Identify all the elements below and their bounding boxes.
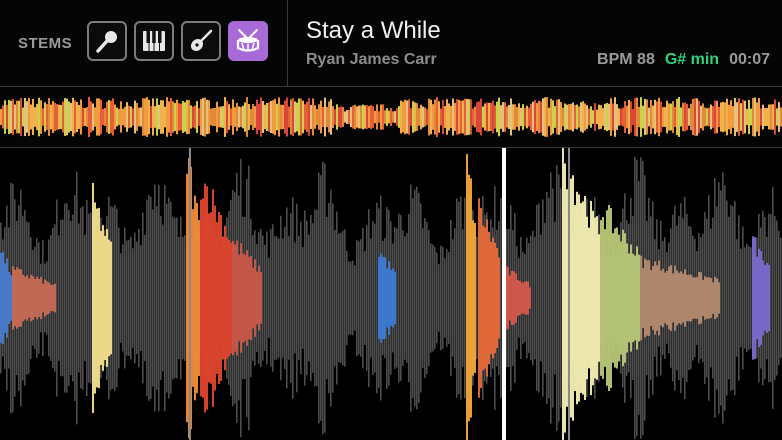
- drum-icon: [236, 29, 260, 52]
- vocals-stem-button[interactable]: [87, 21, 127, 61]
- track-info: Stay a While Ryan James Carr BPM 88 G# mi…: [288, 0, 782, 86]
- overview-waveform[interactable]: [0, 87, 782, 148]
- guitar-icon: [190, 29, 213, 52]
- bass-stem-button[interactable]: [181, 21, 221, 61]
- track-meta: BPM 88 G# min 00:07: [587, 51, 770, 69]
- time-readout: 00:07: [729, 51, 770, 68]
- stems-panel: STEMS: [0, 0, 288, 86]
- track-artist: Ryan James Carr: [306, 51, 437, 68]
- deck-header: STEMS Stay a While Ryan James Carr BPM 8…: [0, 0, 782, 87]
- main-waveform[interactable]: [0, 148, 782, 440]
- microphone-icon: [96, 31, 117, 53]
- bpm-readout: BPM 88: [597, 51, 655, 68]
- stems-label: STEMS: [18, 35, 73, 52]
- drums-stem-button[interactable]: [228, 21, 268, 61]
- overview-waveform-graphic: [0, 97, 782, 137]
- track-title: Stay a While: [306, 17, 441, 44]
- key-readout: G# min: [664, 51, 720, 68]
- melody-stem-button[interactable]: [134, 21, 174, 61]
- main-waveform-graphic: [0, 148, 782, 440]
- piano-keys-icon: [143, 31, 165, 51]
